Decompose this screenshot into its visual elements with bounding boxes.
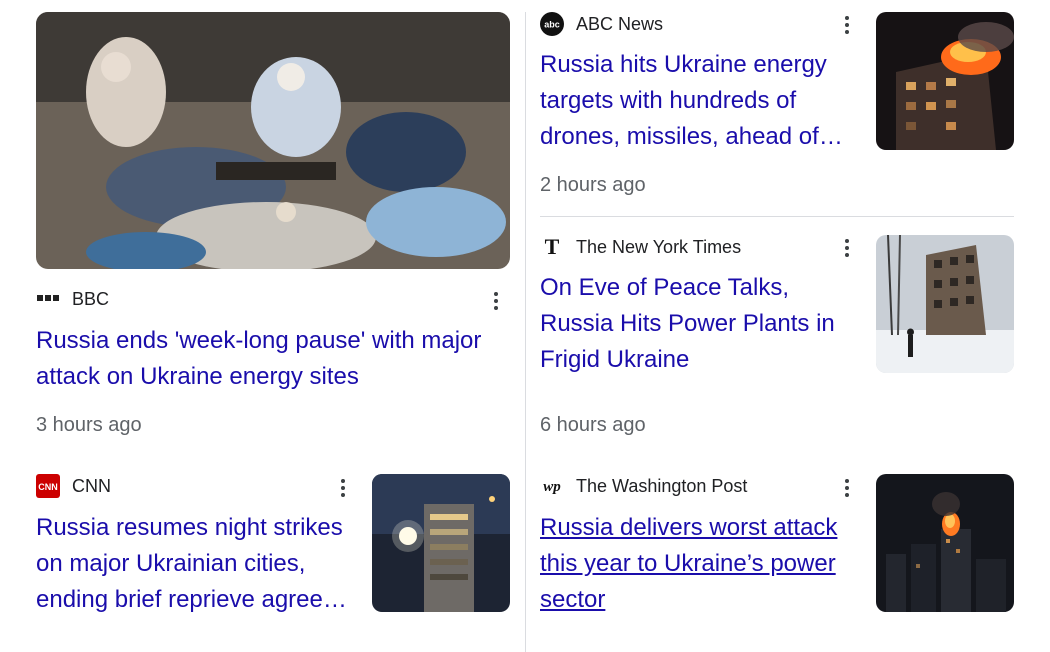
source-row: wp The Washington Post	[540, 474, 747, 498]
cnn-logo-icon: CNN	[36, 474, 60, 498]
news-card-wapo[interactable]: wp The Washington Post Russia delivers w…	[525, 460, 1050, 642]
svg-text:CNN: CNN	[38, 482, 58, 492]
more-options-icon[interactable]	[835, 476, 859, 500]
article-headline[interactable]: On Eve of Peace Talks, Russia Hits Power…	[540, 270, 850, 378]
abc-logo-icon: abc	[540, 12, 564, 36]
article-thumbnail[interactable]	[876, 12, 1014, 150]
source-row: abc ABC News	[540, 12, 663, 36]
article-thumbnail[interactable]	[876, 474, 1014, 612]
more-options-icon[interactable]	[835, 236, 859, 260]
bbc-logo-icon	[36, 287, 60, 311]
wapo-logo-icon: wp	[540, 474, 564, 498]
source-row: BBC	[36, 287, 109, 311]
article-thumbnail[interactable]	[876, 235, 1014, 373]
source-name: The Washington Post	[576, 475, 748, 496]
nyt-logo-icon: T	[540, 235, 564, 259]
article-headline[interactable]: Russia ends 'week-long pause' with major…	[36, 323, 510, 395]
source-name: ABC News	[576, 13, 664, 34]
article-thumbnail[interactable]	[372, 474, 510, 612]
source-name: BBC	[72, 288, 110, 309]
article-headline[interactable]: Russia resumes night strikes on major Uk…	[36, 510, 352, 618]
article-headline[interactable]: Russia delivers worst attack this year t…	[540, 510, 850, 618]
timestamp: 6 hours ago	[540, 414, 646, 436]
news-card-bbc[interactable]: BBC Russia ends 'week-long pause' with m…	[0, 0, 525, 460]
svg-text:wp: wp	[543, 479, 561, 495]
news-card-abc[interactable]: abc ABC News Russia hits Ukraine energy …	[525, 0, 1050, 216]
source-row: T The New York Times	[540, 235, 741, 259]
more-options-icon[interactable]	[484, 289, 508, 313]
source-name: CNN	[72, 475, 111, 496]
hero-image[interactable]	[36, 12, 510, 269]
svg-text:abc: abc	[544, 20, 560, 30]
svg-text:T: T	[545, 235, 560, 259]
source-name: The New York Times	[576, 236, 742, 257]
news-card-cnn[interactable]: CNN CNN Russia resumes night strikes on …	[0, 460, 525, 642]
news-card-nyt[interactable]: T The New York Times On Eve of Peace Tal…	[525, 217, 1050, 460]
more-options-icon[interactable]	[835, 13, 859, 37]
more-options-icon[interactable]	[331, 476, 355, 500]
timestamp: 3 hours ago	[36, 414, 142, 436]
source-row: CNN CNN	[36, 474, 111, 498]
timestamp: 2 hours ago	[540, 174, 646, 196]
article-headline[interactable]: Russia hits Ukraine energy targets with …	[540, 47, 850, 155]
